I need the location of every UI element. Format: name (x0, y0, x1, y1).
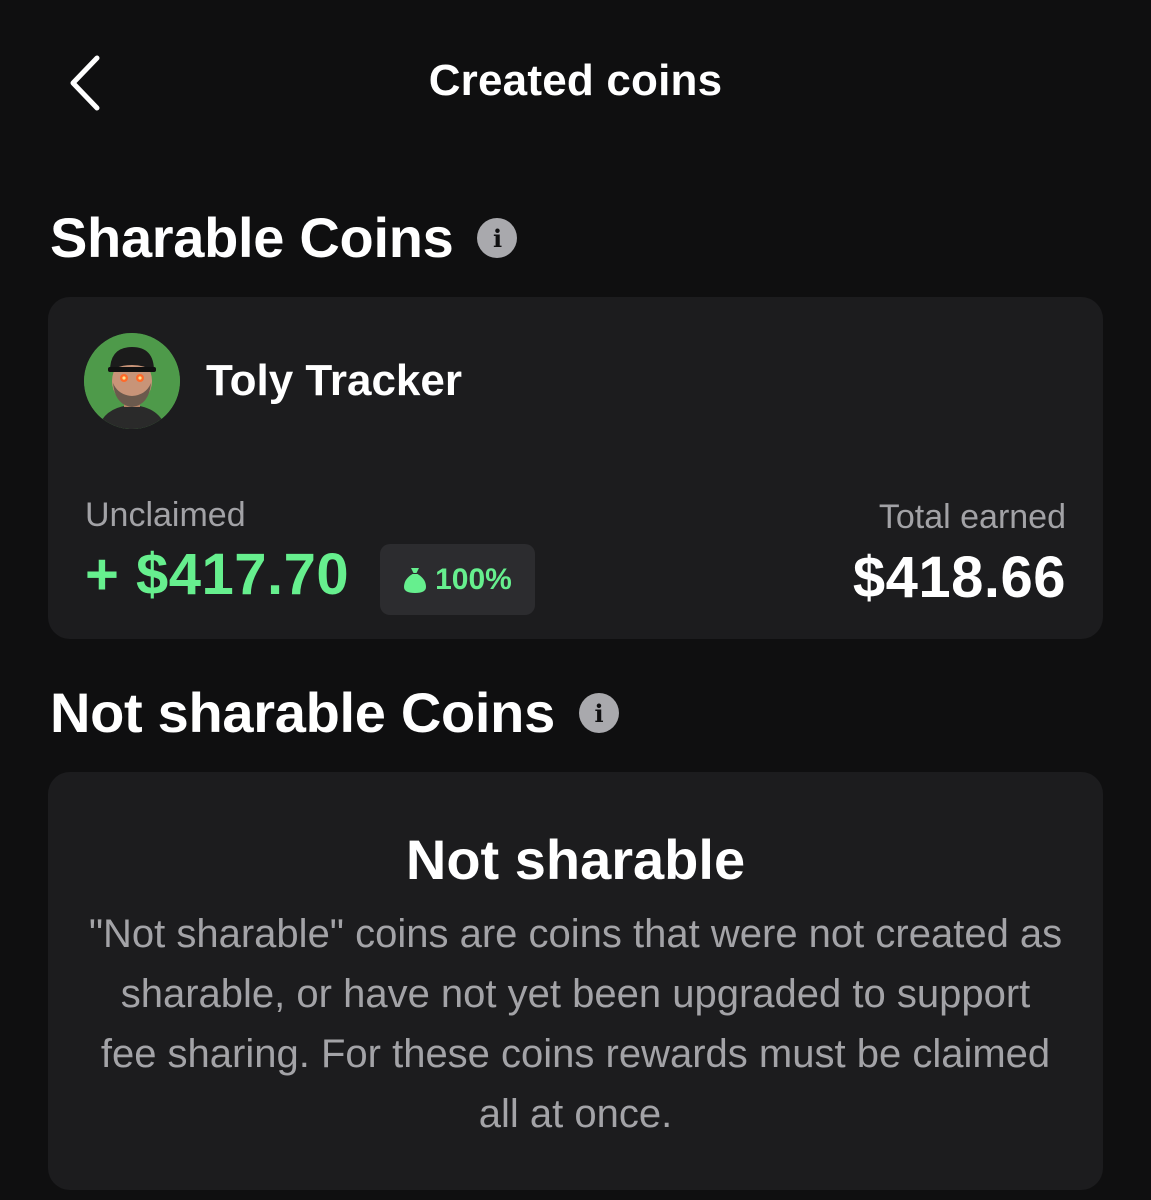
share-percent: 100% (435, 562, 512, 596)
coin-card[interactable]: Toly Tracker Unclaimed + $417.70 100% To… (48, 297, 1103, 639)
unclaimed-amount: + $417.70 (85, 542, 350, 607)
share-percent-badge: 100% (380, 544, 535, 615)
unclaimed-label: Unclaimed (85, 496, 246, 534)
info-icon[interactable]: i (578, 693, 619, 733)
coin-name: Toly Tracker (206, 356, 462, 405)
money-bag-icon (404, 567, 427, 593)
total-earned-amount: $418.66 (852, 545, 1066, 610)
section-heading-not-sharable: Not sharable Coins i (50, 685, 619, 741)
empty-state-card: Not sharable "Not sharable" coins are co… (48, 772, 1103, 1190)
empty-state-title: Not sharable (405, 828, 746, 891)
page-title: Created coins (428, 56, 723, 105)
section-heading-label: Sharable Coins (50, 206, 454, 269)
section-heading-sharable: Sharable Coins i (50, 206, 518, 269)
coin-header[interactable]: Toly Tracker (84, 333, 462, 429)
section-heading-label: Not sharable Coins (50, 681, 555, 744)
top-bar: Created coins (0, 0, 1151, 165)
empty-state-description: "Not sharable" coins are coins that were… (88, 912, 1063, 1136)
avatar-portrait (84, 333, 180, 429)
info-icon[interactable]: i (477, 218, 518, 258)
total-earned-label: Total earned (878, 498, 1066, 536)
avatar (84, 333, 180, 429)
created-coins-screen: Created coins Sharable Coins i Toly Trac… (0, 0, 1151, 1200)
